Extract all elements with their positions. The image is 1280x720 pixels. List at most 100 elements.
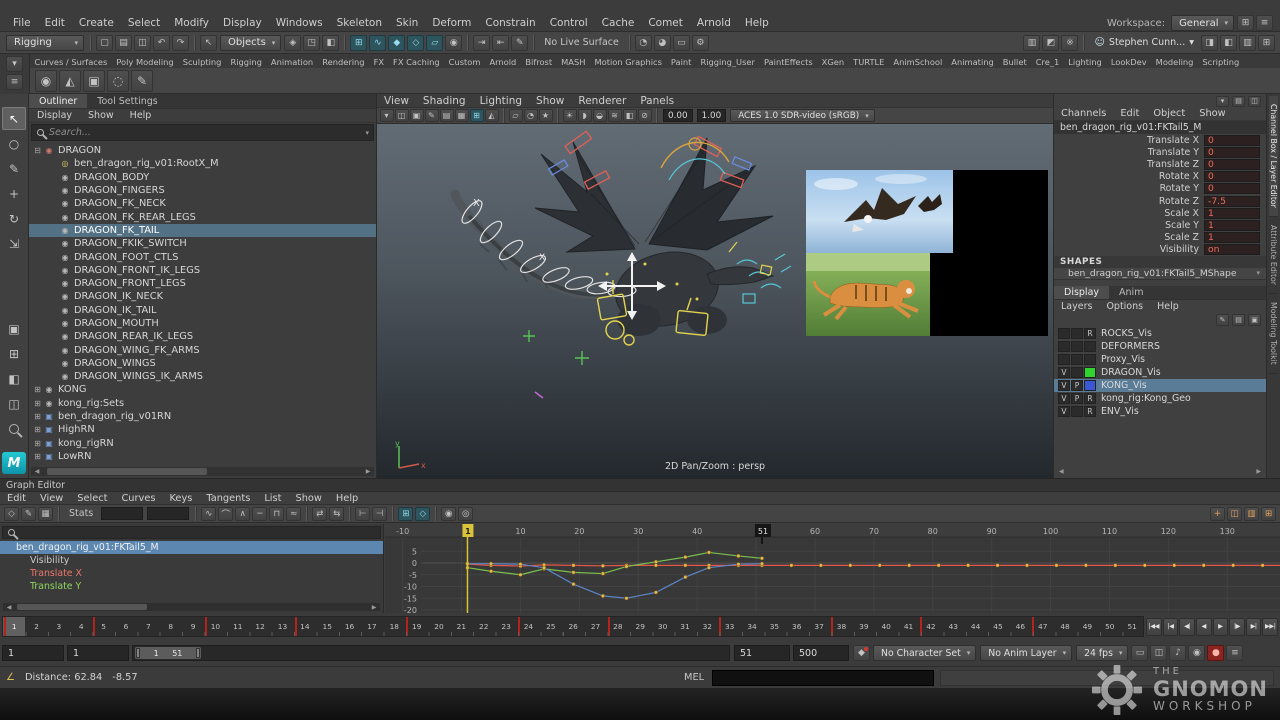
animation-start-field[interactable]: 1 bbox=[2, 645, 64, 661]
menu-item[interactable]: Help bbox=[738, 17, 776, 29]
channel-manip-icon[interactable]: ◫ bbox=[1248, 96, 1261, 107]
new-layer-from-selected-icon[interactable]: ▣ bbox=[1248, 314, 1261, 326]
snap-point-icon[interactable]: ◆ bbox=[388, 35, 405, 51]
render-settings-icon[interactable]: ⚙ bbox=[692, 35, 709, 51]
menu-item[interactable]: Lighting bbox=[473, 95, 529, 107]
menu-item[interactable]: Shading bbox=[416, 95, 473, 107]
layer-row[interactable]: DEFORMERS bbox=[1054, 340, 1266, 353]
paint-select-tool[interactable]: ✎ bbox=[2, 157, 26, 180]
outliner-row[interactable]: ◉ DRAGON_FKIK_SWITCH bbox=[29, 237, 376, 250]
lasso-select-tool[interactable]: ○ bbox=[2, 132, 26, 155]
user-account[interactable]: ☺Stephen Cunn...▾ bbox=[1088, 34, 1200, 51]
range-slider[interactable]: 1 51 bbox=[132, 645, 730, 661]
menu-set-select[interactable]: Rigging▾ bbox=[6, 35, 84, 51]
workspace-controls-icon[interactable]: ⊞ bbox=[1258, 35, 1275, 51]
shape-node-row[interactable]: ben_dragon_rig_v01:FKTail5_MShape▾ bbox=[1054, 268, 1266, 280]
panel-tab[interactable]: Display bbox=[1054, 286, 1109, 299]
channel-row[interactable]: Scale X 1 bbox=[1054, 207, 1266, 219]
bookmark-icon[interactable]: ▤ bbox=[440, 109, 454, 122]
outliner-hscrollbar[interactable]: ◀ ▶ bbox=[31, 467, 374, 476]
layer-display-type-toggle[interactable]: R bbox=[1084, 328, 1096, 339]
expander-icon[interactable]: ⊞ bbox=[32, 399, 43, 408]
menu-item[interactable]: File bbox=[6, 17, 38, 29]
menu-item[interactable]: Tangents bbox=[199, 493, 257, 504]
outliner-row[interactable]: ◉ DRAGON_WINGS bbox=[29, 357, 376, 370]
shelf-tab[interactable]: Poly Modeling bbox=[112, 56, 178, 68]
outliner-row[interactable]: ◉ DRAGON_FK_NECK bbox=[29, 197, 376, 210]
selection-mode-select[interactable]: Objects▾ bbox=[220, 35, 281, 51]
layer-row[interactable]: V DRAGON_Vis bbox=[1054, 366, 1266, 379]
graph-list-hscrollbar[interactable]: ◀ ▶ bbox=[3, 603, 380, 611]
sound-scrub-icon[interactable]: ◉ bbox=[1188, 645, 1205, 661]
xgen-icon[interactable]: ※ bbox=[1061, 35, 1078, 51]
exposure-field[interactable]: 0.00 bbox=[663, 109, 693, 122]
expander-icon[interactable]: ⊞ bbox=[32, 439, 43, 448]
shelf-tab[interactable]: Paint bbox=[666, 56, 696, 68]
layer-display-type-toggle[interactable] bbox=[1084, 380, 1096, 391]
scroll-left-icon[interactable]: ◀ bbox=[1059, 468, 1064, 475]
outliner-row[interactable]: ◉ DRAGON_FOOT_CTLS bbox=[29, 250, 376, 263]
scroll-right-icon[interactable]: ▶ bbox=[368, 604, 380, 611]
character-set-select[interactable]: No Character Set▾ bbox=[873, 645, 976, 661]
outliner-row[interactable]: ◉ DRAGON_IK_NECK bbox=[29, 290, 376, 303]
select-tool[interactable]: ↖ bbox=[2, 107, 26, 130]
channel-value-field[interactable]: on bbox=[1204, 244, 1260, 255]
unify-tangents-button[interactable]: ⊣ bbox=[372, 507, 387, 521]
construction-history-icon[interactable]: ✎ bbox=[511, 35, 528, 51]
animation-end-field[interactable]: 500 bbox=[793, 645, 849, 661]
single-pane-layout-button[interactable]: ▣ bbox=[2, 317, 26, 340]
snap-curve-icon[interactable]: ∿ bbox=[369, 35, 386, 51]
maya-logo-icon[interactable]: M bbox=[2, 452, 26, 474]
select-object-icon[interactable]: ◳ bbox=[303, 35, 320, 51]
layer-display-type-toggle[interactable]: R bbox=[1084, 393, 1096, 404]
clamped-tangents-button[interactable]: ⌒ bbox=[218, 507, 233, 521]
gamma-field[interactable]: 1.00 bbox=[697, 109, 727, 122]
go-to-start-button[interactable]: |◀◀ bbox=[1146, 618, 1162, 636]
channel-box-toggle-icon[interactable]: ▥ bbox=[1239, 35, 1256, 51]
sidebar-tab[interactable]: Modeling Toolkit bbox=[1269, 294, 1278, 374]
layer-visibility-toggle[interactable]: V bbox=[1058, 367, 1070, 378]
rotate-tool[interactable]: ↻ bbox=[2, 207, 26, 230]
menu-item[interactable]: List bbox=[257, 493, 288, 504]
menu-item[interactable]: Show bbox=[80, 110, 122, 121]
shelf-tab[interactable]: AnimSchool bbox=[889, 56, 947, 68]
shelf-tab[interactable]: Bullet bbox=[998, 56, 1031, 68]
outliner-row[interactable]: ⊞ ▣ LowRN bbox=[29, 450, 376, 463]
layer-visibility-toggle[interactable]: V bbox=[1058, 406, 1070, 417]
new-empty-layer-icon[interactable]: ▤ bbox=[1232, 314, 1245, 326]
layer-playback-toggle[interactable]: P bbox=[1071, 380, 1083, 391]
channel-value-field[interactable]: 1 bbox=[1204, 232, 1260, 243]
outliner-row[interactable]: ◉ DRAGON_WINGS_IK_ARMS bbox=[29, 370, 376, 383]
layer-display-type-toggle[interactable] bbox=[1084, 341, 1096, 352]
channel-row[interactable]: Rotate Z -7.5 bbox=[1054, 195, 1266, 207]
shelf-tool-icon[interactable]: ◌ bbox=[107, 70, 129, 92]
panel-tab[interactable]: Anim bbox=[1109, 286, 1153, 299]
shelf-tab[interactable]: TURTLE bbox=[849, 56, 889, 68]
snap-projected-center-icon[interactable]: ◇ bbox=[407, 35, 424, 51]
menu-item[interactable]: Show bbox=[529, 95, 571, 107]
sound-icon[interactable]: ♪ bbox=[1169, 645, 1186, 661]
time-slider-track[interactable]: 1234567891011121314151617181920212223242… bbox=[2, 616, 1144, 637]
time-snap-button[interactable]: ⊞ bbox=[398, 507, 413, 521]
select-hierarchy-icon[interactable]: ◈ bbox=[284, 35, 301, 51]
scroll-right-icon[interactable]: ▶ bbox=[1256, 468, 1261, 475]
graph-channel-row[interactable]: Visibility bbox=[0, 554, 383, 567]
menu-item[interactable]: Channels bbox=[1054, 108, 1113, 119]
shelf-tab[interactable]: Arnold bbox=[485, 56, 521, 68]
workspace-layout-icon[interactable]: ⊞ bbox=[1237, 15, 1254, 31]
layer-visibility-toggle[interactable] bbox=[1058, 341, 1070, 352]
outliner-row[interactable]: ◉ DRAGON_FK_TAIL bbox=[29, 224, 376, 237]
ipr-render-icon[interactable]: ◕ bbox=[654, 35, 671, 51]
expander-icon[interactable]: ⊞ bbox=[32, 385, 43, 394]
view-transform-select[interactable]: ACES 1.0 SDR-video (sRGB)▾ bbox=[730, 109, 875, 122]
redo-icon[interactable]: ↷ bbox=[172, 35, 189, 51]
menu-item[interactable]: Select bbox=[121, 17, 167, 29]
four-pane-layout-button[interactable]: ⊞ bbox=[2, 342, 26, 365]
two-pane-layout-button[interactable]: ◧ bbox=[2, 367, 26, 390]
workspace-menu-icon[interactable]: ≡ bbox=[1256, 15, 1273, 31]
render-frame-icon[interactable]: ◔ bbox=[635, 35, 652, 51]
outliner-search-input[interactable]: Search... ▾ bbox=[31, 124, 374, 141]
scale-tool[interactable]: ⇲ bbox=[2, 232, 26, 255]
play-backwards-button[interactable]: ◀ bbox=[1196, 618, 1212, 636]
channel-value-field[interactable]: 0 bbox=[1204, 183, 1260, 194]
